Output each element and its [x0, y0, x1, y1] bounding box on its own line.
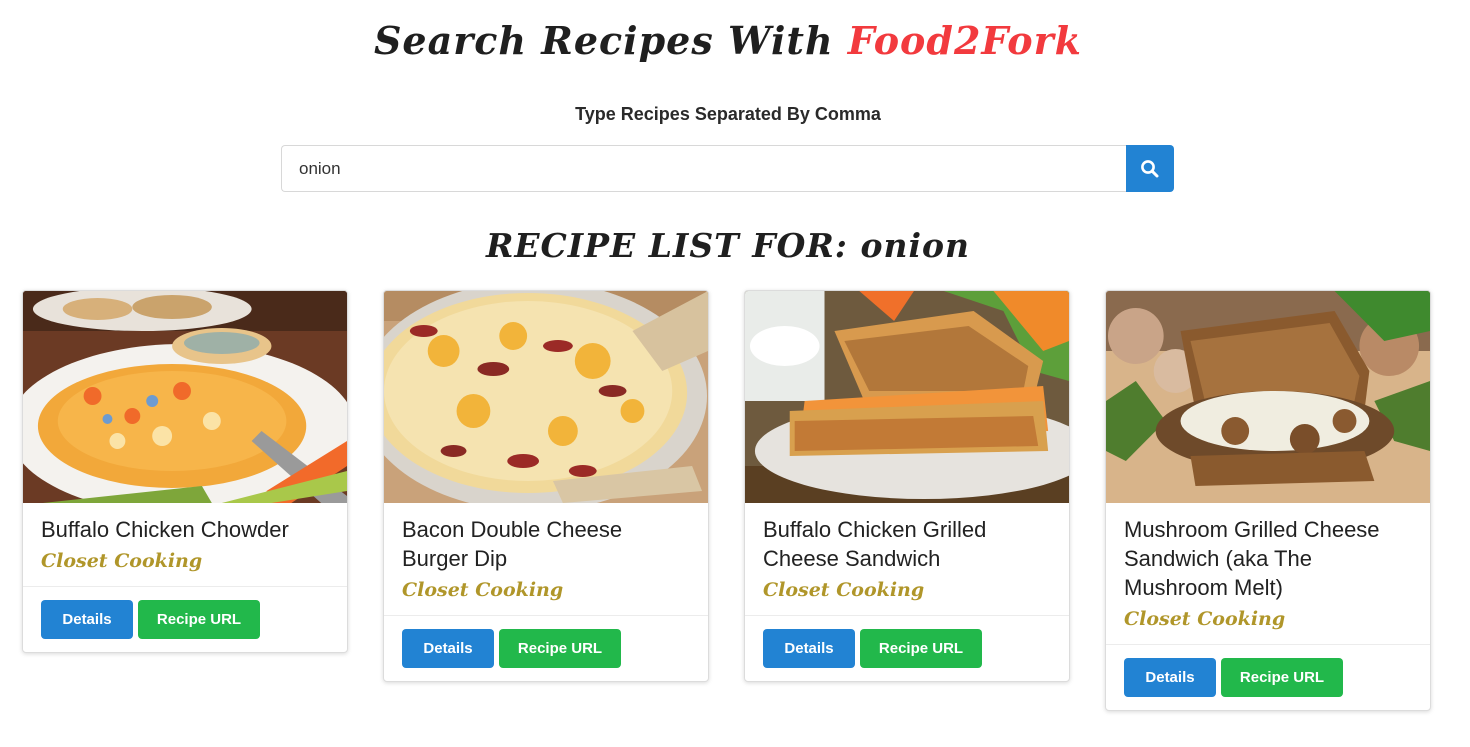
recipe-publisher: Closet Cooking — [1124, 608, 1286, 630]
details-button[interactable]: Details — [402, 629, 494, 668]
recipe-title: Mushroom Grilled Cheese Sandwich (aka Th… — [1124, 517, 1380, 600]
details-button[interactable]: Details — [763, 629, 855, 668]
recipe-card: Buffalo Chicken Grilled Cheese Sandwich … — [744, 290, 1070, 682]
card-body: Buffalo Chicken Grilled Cheese Sandwich … — [745, 503, 1069, 616]
recipe-image — [23, 291, 347, 503]
search-bar — [281, 145, 1174, 192]
recipe-publisher: Closet Cooking — [402, 579, 564, 601]
card-body: Buffalo Chicken Chowder Closet Cooking — [23, 503, 347, 587]
recipe-card: Bacon Double Cheese Burger Dip Closet Co… — [383, 290, 709, 682]
recipe-image — [1106, 291, 1430, 503]
recipe-title: Bacon Double Cheese Burger Dip — [402, 517, 623, 571]
recipe-publisher: Closet Cooking — [41, 550, 203, 572]
recipe-publisher: Closet Cooking — [763, 579, 925, 601]
list-query: onion — [860, 226, 971, 265]
card-actions: Details Recipe URL — [1106, 645, 1430, 710]
details-button[interactable]: Details — [41, 600, 133, 639]
recipe-card: Buffalo Chicken Chowder Closet Cooking D… — [22, 290, 348, 653]
recipe-url-button[interactable]: Recipe URL — [1221, 658, 1343, 697]
search-input[interactable] — [281, 145, 1126, 192]
recipe-image — [384, 291, 708, 503]
title-brand: Food2Fork — [847, 18, 1082, 63]
recipe-url-button[interactable]: Recipe URL — [138, 600, 260, 639]
recipe-url-button[interactable]: Recipe URL — [860, 629, 982, 668]
search-icon — [1141, 159, 1159, 177]
card-actions: Details Recipe URL — [384, 616, 708, 681]
title-prefix: Search Recipes With — [373, 18, 848, 63]
details-button[interactable]: Details — [1124, 658, 1216, 697]
recipe-list-heading: RECIPE LIST FOR: onion — [0, 226, 1456, 265]
recipe-title: Buffalo Chicken Chowder — [41, 517, 289, 542]
list-heading-prefix: RECIPE LIST FOR: — [485, 226, 861, 265]
search-instructions: Type Recipes Separated By Comma — [575, 104, 881, 124]
search-button[interactable] — [1126, 145, 1174, 192]
recipe-card: Mushroom Grilled Cheese Sandwich (aka Th… — [1105, 290, 1431, 711]
recipe-title: Buffalo Chicken Grilled Cheese Sandwich — [763, 517, 987, 571]
page-title: Search Recipes With Food2Fork — [0, 18, 1456, 63]
card-body: Mushroom Grilled Cheese Sandwich (aka Th… — [1106, 503, 1430, 645]
card-actions: Details Recipe URL — [23, 587, 347, 652]
card-actions: Details Recipe URL — [745, 616, 1069, 681]
card-body: Bacon Double Cheese Burger Dip Closet Co… — [384, 503, 708, 616]
recipe-url-button[interactable]: Recipe URL — [499, 629, 621, 668]
recipe-image — [745, 291, 1069, 503]
